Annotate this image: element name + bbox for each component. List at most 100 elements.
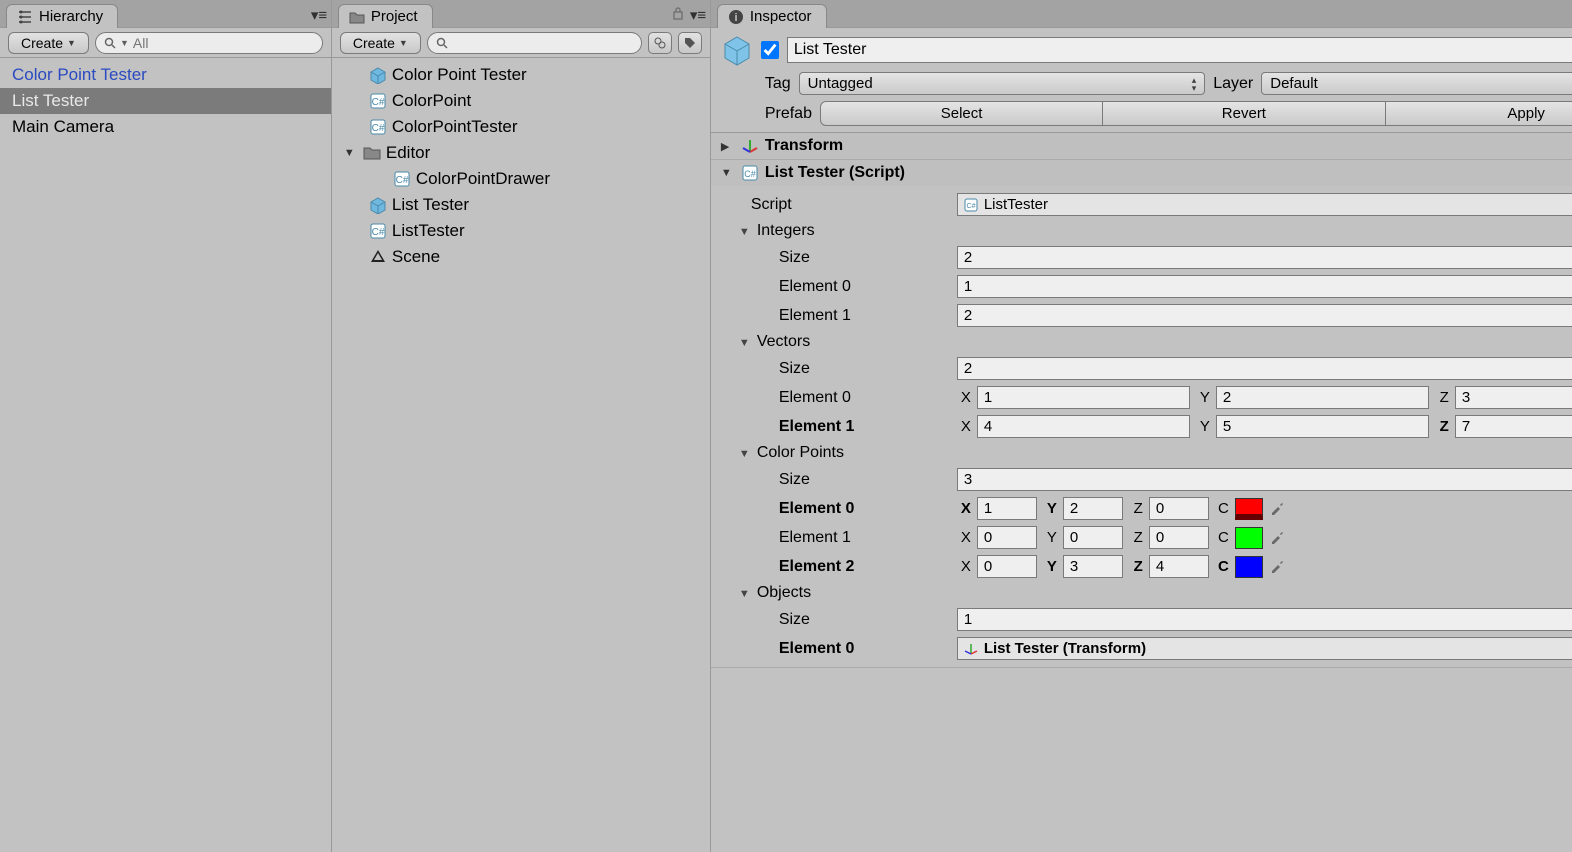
x-label: X bbox=[957, 500, 971, 517]
cp1x-input[interactable] bbox=[977, 526, 1037, 549]
project-item[interactable]: C# ColorPointTester bbox=[332, 114, 710, 140]
prefab-apply-button[interactable]: Apply bbox=[1386, 101, 1572, 126]
inspector-tab-label: Inspector bbox=[750, 8, 812, 25]
cp1z-input[interactable] bbox=[1149, 526, 1209, 549]
create-label: Create bbox=[353, 35, 395, 51]
project-create-button[interactable]: Create ▼ bbox=[340, 32, 421, 54]
svg-text:C#: C# bbox=[371, 227, 384, 238]
cp2x-input[interactable] bbox=[977, 555, 1037, 578]
c-label: C bbox=[1215, 558, 1229, 575]
svg-text:C#: C# bbox=[966, 203, 975, 210]
item-label: List Tester bbox=[392, 195, 469, 215]
tag-value: Untagged bbox=[808, 75, 873, 92]
prop-label: Size bbox=[721, 611, 951, 629]
eyedropper-icon[interactable] bbox=[1269, 558, 1287, 576]
cp0y-input[interactable] bbox=[1063, 497, 1123, 520]
hierarchy-item[interactable]: List Tester bbox=[0, 88, 331, 114]
eyedropper-icon[interactable] bbox=[1269, 529, 1287, 547]
svg-text:C#: C# bbox=[395, 175, 408, 186]
obj-e0-field[interactable]: List Tester (Transform) bbox=[957, 637, 1572, 660]
script-object-field[interactable]: C# ListTester bbox=[957, 193, 1572, 216]
project-item[interactable]: C# ListTester bbox=[332, 218, 710, 244]
cp1-color-swatch[interactable] bbox=[1235, 527, 1263, 549]
cp1y-input[interactable] bbox=[1063, 526, 1123, 549]
csharp-icon: C# bbox=[392, 169, 412, 189]
v1z-input[interactable] bbox=[1455, 415, 1572, 438]
panel-menu[interactable]: ▾≡ bbox=[672, 6, 704, 20]
gameobject-active-checkbox[interactable] bbox=[761, 41, 779, 59]
component-title: List Tester (Script) bbox=[765, 164, 1572, 182]
vectors-foldout[interactable]: ▼Vectors bbox=[711, 330, 1572, 354]
layer-dropdown[interactable]: Default ▴▾ bbox=[1261, 72, 1572, 95]
hierarchy-create-button[interactable]: Create ▼ bbox=[8, 32, 89, 54]
project-item[interactable]: Color Point Tester bbox=[332, 62, 710, 88]
v1x-input[interactable] bbox=[977, 415, 1190, 438]
cp0z-input[interactable] bbox=[1149, 497, 1209, 520]
filter-by-type-button[interactable] bbox=[648, 32, 672, 54]
colorpoints-foldout[interactable]: ▼Color Points bbox=[711, 441, 1572, 465]
v0z-input[interactable] bbox=[1455, 386, 1572, 409]
integers-foldout[interactable]: ▼Integers bbox=[711, 219, 1572, 243]
vectors-size-input[interactable] bbox=[957, 357, 1572, 380]
v0x-input[interactable] bbox=[977, 386, 1190, 409]
integers-e1-input[interactable] bbox=[957, 304, 1572, 327]
project-item[interactable]: C# ColorPoint bbox=[332, 88, 710, 114]
panel-menu[interactable]: ▾≡ bbox=[311, 6, 325, 20]
svg-text:C#: C# bbox=[744, 169, 756, 179]
unity-icon bbox=[368, 247, 388, 267]
prop-label: Element 0 bbox=[721, 278, 951, 296]
cp2y-input[interactable] bbox=[1063, 555, 1123, 578]
cp-size-input[interactable] bbox=[957, 468, 1572, 491]
layer-value: Default bbox=[1270, 75, 1318, 92]
cp2-color-swatch[interactable] bbox=[1235, 556, 1263, 578]
objects-foldout[interactable]: ▼Objects bbox=[711, 581, 1572, 605]
prefab-select-button[interactable]: Select bbox=[820, 101, 1103, 126]
integers-e0-input[interactable] bbox=[957, 275, 1572, 298]
cp0-color-swatch[interactable] bbox=[1235, 498, 1263, 520]
transform-header[interactable]: ▶ Transform ? bbox=[711, 133, 1572, 159]
project-tab[interactable]: Project bbox=[338, 4, 433, 28]
hierarchy-tab-label: Hierarchy bbox=[39, 8, 103, 25]
hierarchy-item[interactable]: Main Camera bbox=[0, 114, 331, 140]
item-label: ListTester bbox=[392, 221, 465, 241]
v0y-input[interactable] bbox=[1216, 386, 1429, 409]
hierarchy-search-input[interactable] bbox=[133, 35, 314, 51]
tag-dropdown[interactable]: Untagged ▴▾ bbox=[799, 72, 1206, 95]
prop-label: Element 1 bbox=[721, 307, 951, 325]
v1y-input[interactable] bbox=[1216, 415, 1429, 438]
fold-arrow-icon: ▼ bbox=[739, 226, 753, 238]
obj-size-input[interactable] bbox=[957, 608, 1572, 631]
listtester-header[interactable]: ▼ C# List Tester (Script) ? bbox=[711, 160, 1572, 186]
hierarchy-tab[interactable]: Hierarchy bbox=[6, 4, 118, 28]
obj-value: List Tester (Transform) bbox=[984, 640, 1146, 657]
inspector-tab[interactable]: i Inspector bbox=[717, 4, 827, 28]
project-search[interactable] bbox=[427, 32, 642, 54]
hierarchy-search[interactable]: ▼ bbox=[95, 32, 323, 54]
item-label: Color Point Tester bbox=[12, 65, 147, 85]
prefab-revert-button[interactable]: Revert bbox=[1103, 101, 1385, 126]
project-folder[interactable]: ▼ Editor bbox=[332, 140, 710, 166]
group-label: Color Points bbox=[757, 444, 844, 461]
project-item[interactable]: C# ColorPointDrawer bbox=[332, 166, 710, 192]
project-search-input[interactable] bbox=[452, 35, 633, 51]
item-label: Main Camera bbox=[12, 117, 114, 137]
fold-arrow-icon: ▼ bbox=[739, 337, 753, 349]
updown-arrows-icon: ▴▾ bbox=[1192, 76, 1197, 92]
project-panel: Project ▾≡ Create ▼ Color Point Tester bbox=[332, 0, 711, 852]
chevron-down-icon: ▼ bbox=[399, 38, 408, 48]
filter-by-label-button[interactable] bbox=[678, 32, 702, 54]
gameobject-header: Static ▼ Tag Untagged ▴▾ Layer Default ▴… bbox=[711, 28, 1572, 133]
cp2z-input[interactable] bbox=[1149, 555, 1209, 578]
gameobject-name-input[interactable] bbox=[787, 37, 1572, 63]
tag-label: Tag bbox=[765, 75, 791, 93]
project-item[interactable]: Scene bbox=[332, 244, 710, 270]
prop-label: Element 1 bbox=[721, 418, 951, 436]
hierarchy-item[interactable]: Color Point Tester bbox=[0, 62, 331, 88]
prop-label: Element 1 bbox=[721, 529, 951, 547]
cp0x-input[interactable] bbox=[977, 497, 1037, 520]
project-item[interactable]: List Tester bbox=[332, 192, 710, 218]
integers-size-input[interactable] bbox=[957, 246, 1572, 269]
x-label: X bbox=[957, 529, 971, 546]
eyedropper-icon[interactable] bbox=[1269, 500, 1287, 518]
svg-text:C#: C# bbox=[371, 97, 384, 108]
